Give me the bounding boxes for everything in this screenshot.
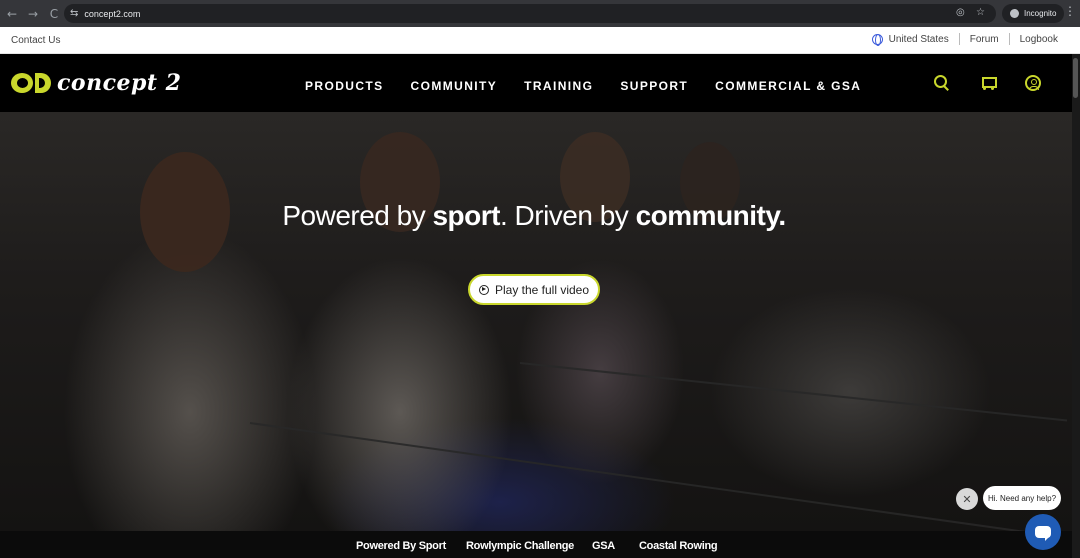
play-video-label: Play the full video — [494, 282, 590, 297]
account-icon[interactable] — [1025, 75, 1041, 91]
subnav-gsa[interactable]: GSA — [592, 540, 615, 552]
region-selector[interactable]: United States — [889, 34, 949, 45]
concept2-logo[interactable]: concept 2 — [11, 70, 181, 96]
logbook-link[interactable]: Logbook — [1020, 34, 1058, 45]
forward-icon[interactable]: → — [24, 5, 42, 23]
rowing-cable — [249, 422, 1063, 531]
play-icon — [478, 284, 489, 295]
contact-link[interactable]: Contact Us — [11, 35, 60, 46]
search-icon[interactable] — [933, 74, 951, 92]
subnav-rowlympic-challenge[interactable]: Rowlympic Challenge — [466, 540, 574, 552]
incognito-icon — [1010, 9, 1019, 18]
nav-commercial-gsa[interactable]: COMMERCIAL & GSA — [715, 79, 861, 93]
play-video-button[interactable]: Play the full video — [468, 274, 600, 305]
main-header: concept 2 PRODUCTS COMMUNITY TRAINING SU… — [0, 54, 1080, 112]
forum-link[interactable]: Forum — [970, 34, 999, 45]
hero-headline: Powered by sport. Driven by community. — [0, 200, 1068, 232]
chat-close-button[interactable]: ✕ — [956, 488, 978, 510]
nav-training[interactable]: TRAINING — [524, 79, 593, 93]
browser-toolbar: ← → C ⇆ concept2.com ◎ ☆ Incognito ⋮ — [0, 0, 1080, 27]
subnav-coastal-rowing[interactable]: Coastal Rowing — [639, 540, 718, 552]
headline-part: Powered by — [282, 200, 433, 231]
site-settings-icon[interactable]: ⇆ — [70, 8, 78, 19]
hero-subnav: Powered By Sport Rowlympic Challenge GSA… — [0, 531, 1080, 558]
browser-menu-icon[interactable]: ⋮ — [1064, 4, 1076, 18]
globe-icon — [871, 33, 883, 46]
primary-nav: PRODUCTS COMMUNITY TRAINING SUPPORT COMM… — [305, 79, 888, 93]
headline-bold: sport — [432, 200, 500, 231]
nav-products[interactable]: PRODUCTS — [305, 79, 384, 93]
scrollbar[interactable] — [1072, 54, 1080, 558]
subnav-powered-by-sport[interactable]: Powered By Sport — [356, 540, 446, 552]
headline-part: . Driven by — [499, 200, 636, 231]
incognito-badge[interactable]: Incognito — [1002, 4, 1065, 23]
chat-launcher-button[interactable] — [1025, 514, 1061, 550]
scrollbar-thumb[interactable] — [1073, 58, 1078, 98]
incognito-label: Incognito — [1024, 9, 1057, 18]
bookmark-star-icon[interactable]: ☆ — [976, 7, 985, 18]
nav-community[interactable]: COMMUNITY — [411, 79, 498, 93]
url-text[interactable]: concept2.com — [84, 9, 140, 19]
cart-icon[interactable] — [979, 74, 997, 92]
nav-support[interactable]: SUPPORT — [620, 79, 688, 93]
utility-bar: Contact Us United States Forum Logbook — [0, 27, 1080, 54]
headline-bold: community. — [635, 200, 787, 231]
reload-icon[interactable]: C — [45, 5, 63, 23]
address-bar[interactable]: ⇆ concept2.com ◎ ☆ — [64, 4, 996, 23]
eye-off-icon[interactable]: ◎ — [956, 7, 965, 18]
logo-text: concept 2 — [57, 70, 182, 96]
divider — [958, 33, 960, 45]
hero-video: Powered by sport. Driven by community. P… — [0, 112, 1080, 531]
divider — [1008, 33, 1010, 45]
logo-mark-icon — [11, 73, 51, 93]
chat-prompt[interactable]: Hi. Need any help? — [983, 486, 1061, 510]
back-icon[interactable]: ← — [3, 5, 21, 23]
rowing-cable — [519, 362, 1068, 422]
header-actions — [933, 74, 1069, 92]
utility-links: United States Forum Logbook — [871, 33, 1058, 46]
chat-message-icon — [1035, 526, 1051, 541]
